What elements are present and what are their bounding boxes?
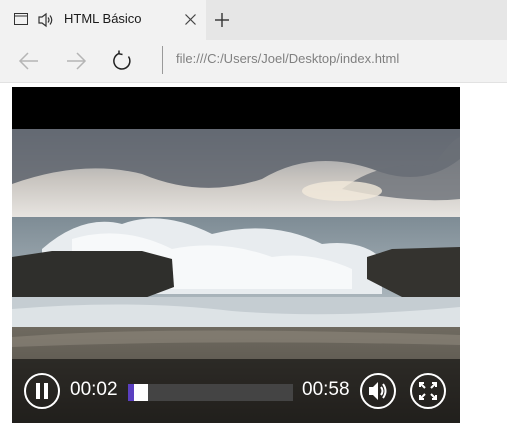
- pause-button[interactable]: [24, 373, 60, 409]
- plus-icon[interactable]: [212, 10, 232, 30]
- video-controls: 00:02 00:58: [12, 359, 460, 423]
- fullscreen-icon: [419, 382, 437, 400]
- tab-strip: HTML Básico: [0, 0, 507, 40]
- tab-html-basico[interactable]: HTML Básico: [0, 0, 206, 40]
- refresh-icon[interactable]: [111, 50, 135, 72]
- progress-bar[interactable]: [128, 384, 293, 401]
- fullscreen-button[interactable]: [410, 373, 446, 409]
- address-bar[interactable]: file:///C:/Users/Joel/Desktop/index.html: [176, 51, 399, 66]
- arrow-left-icon[interactable]: [17, 50, 41, 72]
- progress-thumb[interactable]: [134, 384, 148, 401]
- video-player[interactable]: 00:02 00:58: [12, 87, 460, 423]
- close-icon[interactable]: [184, 13, 197, 26]
- pause-icon: [36, 383, 48, 399]
- current-time: 00:02: [70, 379, 118, 400]
- page-icon: [14, 13, 28, 25]
- volume-icon: [369, 382, 387, 400]
- address-separator: [162, 46, 163, 74]
- arrow-right-icon[interactable]: [64, 50, 88, 72]
- volume-button[interactable]: [360, 373, 396, 409]
- navigation-bar: file:///C:/Users/Joel/Desktop/index.html: [0, 40, 507, 83]
- tab-title: HTML Básico: [64, 11, 142, 26]
- duration: 00:58: [302, 379, 350, 400]
- speaker-icon[interactable]: [37, 12, 55, 28]
